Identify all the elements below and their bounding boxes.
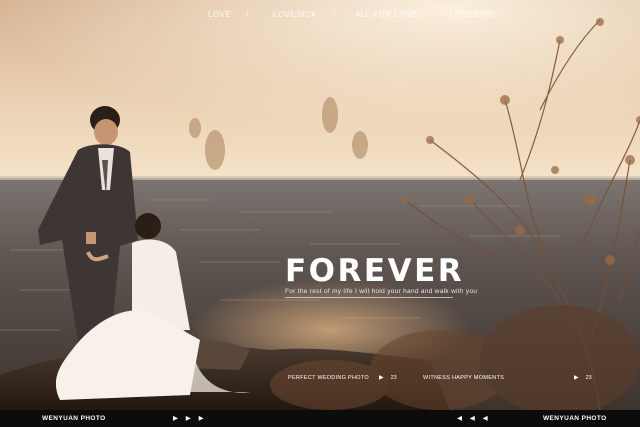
nav-item-love[interactable]: LOVE [208, 10, 231, 19]
brand-right: WENYUAN PHOTO [543, 415, 607, 422]
top-navigation: LOVE / LOVESICK / ALL FOR LOVE / LOVEBIR… [200, 10, 640, 24]
hero-subtitle: For the rest of my life I will hold your… [285, 288, 478, 295]
hero-photo [0, 0, 640, 410]
caption-left-number: 23 [390, 375, 397, 381]
nav-separator: / [246, 10, 249, 19]
footer-bar: WENYUAN PHOTO ▶ ▶ ▶ ◀ ◀ ◀ WENYUAN PHOTO [0, 410, 640, 427]
caption-right-play[interactable]: ▶ 23 [574, 374, 592, 381]
next-arrows-icon[interactable]: ▶ ▶ ▶ [173, 414, 207, 422]
subtitle-divider [285, 297, 453, 298]
play-icon: ▶ [379, 375, 384, 381]
brand-left: WENYUAN PHOTO [42, 415, 106, 422]
wedding-photo-page: LOVE / LOVESICK / ALL FOR LOVE / LOVEBIR… [0, 0, 640, 427]
play-icon: ▶ [574, 375, 579, 381]
hero-title-block: FOREVER For the rest of my life I will h… [285, 253, 485, 298]
caption-perfect-wedding-photo: PERFECT WEDDING PHOTO [288, 375, 369, 381]
nav-separator: / [333, 10, 336, 19]
nav-item-lovesick[interactable]: LOVESICK [273, 10, 317, 19]
caption-witness-happy-moments: WITNESS HAPPY MOMENTS [423, 375, 505, 381]
nav-item-lovebird[interactable]: LOVEBIRD [450, 10, 494, 19]
caption-left-play[interactable]: ▶ 23 [379, 374, 397, 381]
nav-item-all-for-love[interactable]: ALL FOR LOVE [355, 10, 418, 19]
nav-separator: / [428, 10, 431, 19]
prev-arrows-icon[interactable]: ◀ ◀ ◀ [457, 414, 491, 422]
hero-title: FOREVER [285, 253, 465, 289]
caption-right-number: 23 [585, 375, 592, 381]
